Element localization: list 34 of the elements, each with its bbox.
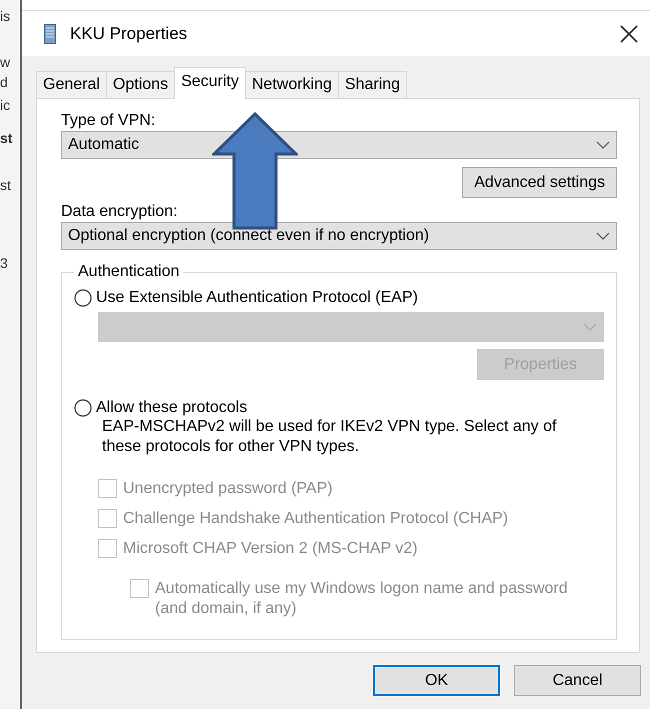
radio-button[interactable]: [74, 289, 92, 307]
checkbox-label: Unencrypted password (PAP): [123, 479, 333, 499]
background-text: is: [0, 8, 12, 24]
checkbox-label: Challenge Handshake Authentication Protocol (CHAP): [123, 509, 508, 529]
background-text: w: [0, 54, 12, 70]
close-icon[interactable]: [620, 24, 638, 42]
dropdown-value: Automatic: [68, 136, 140, 154]
window-title: KKU Properties: [70, 24, 188, 44]
background-text: 3: [0, 255, 9, 271]
background-text: st: [0, 177, 12, 193]
chevron-icon: [583, 323, 597, 331]
tab[interactable]: General: [36, 71, 107, 98]
dropdown[interactable]: Optional encryption (connect even if no encryption): [61, 222, 617, 250]
radio-label: Allow these protocols: [96, 399, 248, 417]
field-label: Data encryption:: [61, 203, 179, 221]
chevron-icon: [596, 232, 610, 240]
checkbox-label: Microsoft CHAP Version 2 (MS-CHAP v2): [123, 539, 418, 559]
radio-label: Use Extensible Authentication Protocol (EAP): [96, 289, 418, 307]
background-text: d: [0, 74, 9, 90]
chevron-icon: [596, 141, 610, 149]
document-icon: [44, 24, 56, 44]
button[interactable]: OK: [373, 665, 500, 696]
background-text: ic: [0, 97, 12, 113]
background-text: st: [0, 130, 14, 146]
tab[interactable]: Sharing: [338, 71, 408, 98]
tab[interactable]: Security: [174, 67, 246, 99]
field-label: Type of VPN:: [61, 112, 156, 130]
radio-button[interactable]: [74, 399, 92, 417]
button[interactable]: Advanced settings: [462, 167, 617, 198]
dropdown-value: Optional encryption (connect even if no encryption): [68, 227, 430, 245]
checkbox-label: Automatically use my Windows logon name and password (and domain, if any): [155, 579, 569, 619]
button[interactable]: Cancel: [514, 665, 641, 696]
arrow-icon: [212, 112, 298, 230]
description-text: EAP-MSCHAPv2 will be used for IKEv2 VPN type. Select any of these protocols for other VPN types.: [102, 417, 558, 457]
